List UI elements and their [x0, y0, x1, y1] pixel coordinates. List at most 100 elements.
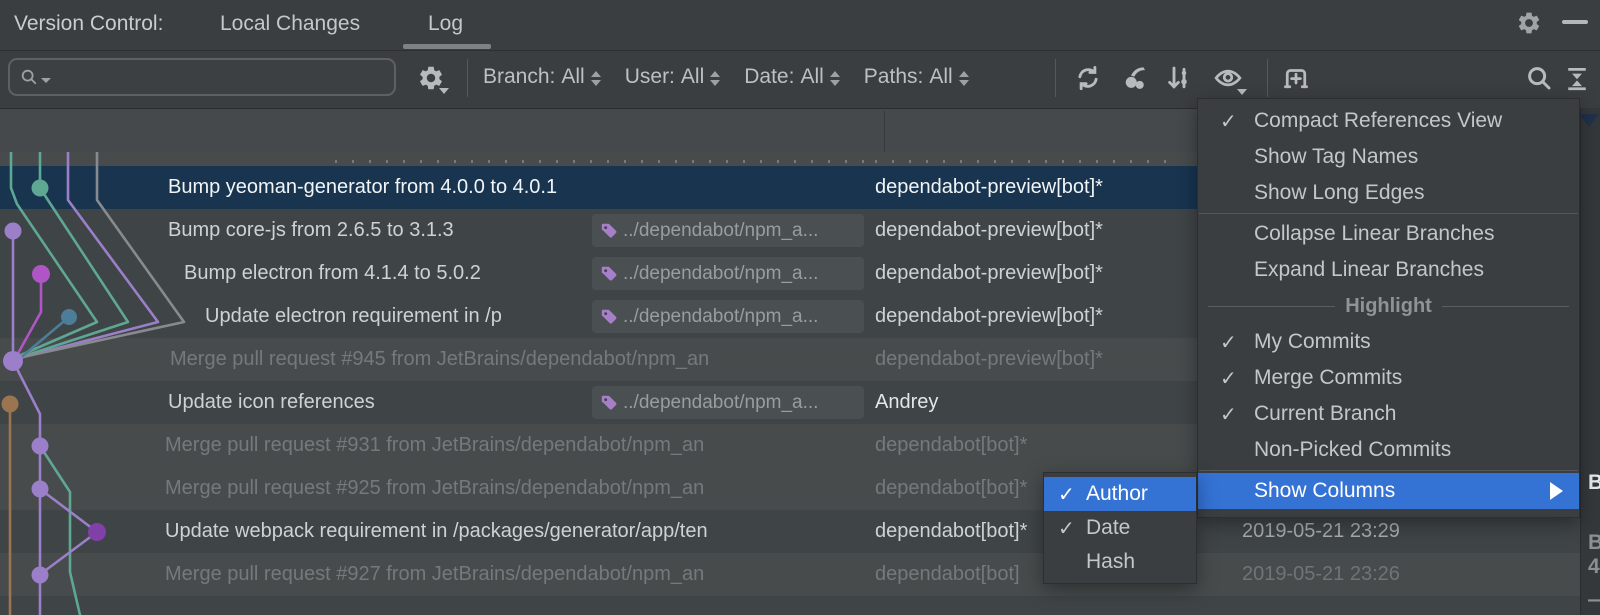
tab-local-changes[interactable]: Local Changes: [220, 12, 360, 36]
menu-item-my-commits[interactable]: ✓ My Commits: [1198, 324, 1579, 360]
commit-message: Update webpack requirement in /packages/…: [165, 520, 708, 542]
tab-log[interactable]: Log: [428, 12, 463, 36]
clipped-text-fragment: B: [1588, 471, 1600, 494]
tag-icon: [601, 395, 617, 409]
collapse-icon[interactable]: [1562, 63, 1592, 93]
menu-separator: [1199, 213, 1578, 214]
menu-group-highlight: Highlight: [1198, 288, 1579, 324]
branch-tag-chip[interactable]: ../dependabot/npm_a...: [592, 257, 864, 290]
clipped-text-fragment: B: [1588, 531, 1600, 554]
check-icon: ✓: [1220, 331, 1237, 354]
spinner-arrows-icon: [710, 70, 721, 86]
column-divider[interactable]: [884, 111, 885, 153]
branch-filter-value: All: [561, 65, 585, 88]
menu-item-show-long-edges[interactable]: Show Long Edges: [1198, 175, 1579, 211]
search-history-arrow-icon[interactable]: [41, 77, 51, 83]
branch-tag-chip[interactable]: ../dependabot/npm_a...: [592, 300, 864, 333]
paths-filter[interactable]: Paths: All: [864, 65, 969, 89]
details-panel-edge: B B 4 —: [1579, 108, 1600, 615]
commit-message: Bump electron from 4.1.4 to 5.0.2: [184, 262, 481, 284]
patch-plus-icon[interactable]: [1281, 63, 1311, 93]
clipped-text-fragment: 4: [1588, 555, 1600, 578]
submenu-item-date[interactable]: ✓ Date: [1044, 511, 1196, 545]
eye-icon[interactable]: [1213, 63, 1247, 95]
commit-date: 2019-05-21 23:26: [1242, 563, 1400, 585]
tag-label: ../dependabot/npm_a...: [623, 391, 819, 413]
check-icon: ✓: [1220, 403, 1237, 426]
search-input[interactable]: [8, 58, 396, 96]
check-icon: ✓: [1058, 483, 1075, 506]
user-filter-value: All: [680, 65, 705, 88]
submenu-item-hash[interactable]: Hash: [1044, 545, 1196, 579]
cherry-pick-icon[interactable]: [1121, 63, 1151, 93]
menu-item-non-picked-commits[interactable]: Non-Picked Commits: [1198, 432, 1579, 468]
date-filter-value: All: [800, 65, 824, 88]
tool-window-header: Version Control: Local Changes Log: [0, 0, 1600, 51]
triangle-down-icon: [1579, 114, 1599, 127]
tag-icon: [601, 223, 617, 237]
commit-message: Merge pull request #945 from JetBrains/d…: [170, 348, 710, 370]
branch-filter-label: Branch:: [483, 65, 556, 88]
toolbar-separator: [1055, 59, 1056, 97]
search-settings-gear-icon[interactable]: [417, 64, 449, 94]
refresh-icon[interactable]: [1073, 63, 1103, 93]
check-icon: ✓: [1220, 110, 1237, 133]
gear-icon[interactable]: [1516, 10, 1542, 36]
clipped-text-fragment: —: [1588, 588, 1600, 612]
submenu-arrow-icon: [1550, 482, 1563, 500]
presentation-settings-menu: ✓ Compact References View Show Tag Names…: [1197, 98, 1580, 518]
tag-icon: [601, 266, 617, 280]
menu-item-collapse-linear-branches[interactable]: Collapse Linear Branches: [1198, 216, 1579, 252]
menu-item-merge-commits[interactable]: ✓ Merge Commits: [1198, 360, 1579, 396]
search-icon[interactable]: [1524, 63, 1554, 93]
commit-author: dependabot-preview[bot]*: [875, 176, 1103, 198]
commit-message: Update icon references: [168, 391, 375, 413]
commit-author: dependabot-preview[bot]*: [875, 262, 1103, 284]
paths-filter-label: Paths:: [863, 65, 924, 88]
commit-message: Merge pull request #931 from JetBrains/d…: [165, 434, 705, 456]
date-filter-label: Date:: [744, 65, 795, 88]
menu-item-compact-references-view[interactable]: ✓ Compact References View: [1198, 103, 1579, 139]
active-tab-underline: [403, 44, 491, 49]
branch-tag-chip[interactable]: ../dependabot/npm_a...: [592, 214, 864, 247]
menu-item-show-columns[interactable]: Show Columns: [1198, 473, 1579, 509]
commit-author: dependabot-preview[bot]*: [875, 219, 1103, 241]
submenu-item-author[interactable]: ✓ Author: [1044, 477, 1196, 511]
user-filter-label: User:: [624, 65, 675, 88]
date-filter[interactable]: Date: All: [744, 65, 840, 89]
show-columns-submenu: ✓ Author ✓ Date Hash: [1043, 472, 1197, 584]
sort-icon[interactable]: [1164, 63, 1194, 93]
check-icon: ✓: [1220, 367, 1237, 390]
menu-item-expand-linear-branches[interactable]: Expand Linear Branches: [1198, 252, 1579, 288]
branch-tag-chip[interactable]: ../dependabot/npm_a...: [592, 386, 864, 419]
chevron-down-icon: [1237, 89, 1247, 95]
check-icon: ✓: [1058, 517, 1075, 540]
paths-filter-value: All: [929, 65, 953, 88]
toolbar-separator: [467, 59, 468, 97]
spinner-arrows-icon: [958, 70, 969, 86]
chevron-down-icon: [439, 88, 449, 94]
tag-label: ../dependabot/npm_a...: [623, 262, 819, 284]
branch-filter[interactable]: Branch: All: [483, 65, 601, 89]
tool-window-title: Version Control:: [14, 12, 164, 35]
menu-item-current-branch[interactable]: ✓ Current Branch: [1198, 396, 1579, 432]
search-icon: [21, 69, 37, 85]
menu-separator: [1199, 470, 1578, 471]
commit-message: Bump core-js from 2.6.5 to 3.1.3: [168, 219, 454, 241]
tag-icon: [601, 309, 617, 323]
menu-item-show-tag-names[interactable]: Show Tag Names: [1198, 139, 1579, 175]
minimize-icon[interactable]: [1562, 20, 1588, 24]
toolbar-separator: [1267, 59, 1268, 97]
commit-row[interactable]: Merge pull request #927 from JetBrains/d…: [0, 553, 1580, 596]
tag-label: ../dependabot/npm_a...: [623, 219, 819, 241]
commit-author: dependabot[bot]*: [875, 434, 1028, 456]
commit-message: Merge pull request #925 from JetBrains/d…: [165, 477, 705, 499]
commit-author: dependabot-preview[bot]*: [875, 305, 1103, 327]
tag-label: ../dependabot/npm_a...: [623, 305, 819, 327]
commit-author: dependabot-preview[bot]*: [875, 348, 1103, 370]
filter-bar: Branch: All User: All Date: All Paths: A…: [483, 51, 969, 103]
commit-message: Bump yeoman-generator from 4.0.0 to 4.0.…: [168, 176, 558, 198]
commit-message: Update electron requirement in /p: [205, 305, 502, 327]
commit-author: Andrey: [875, 391, 939, 413]
user-filter[interactable]: User: All: [625, 65, 721, 89]
